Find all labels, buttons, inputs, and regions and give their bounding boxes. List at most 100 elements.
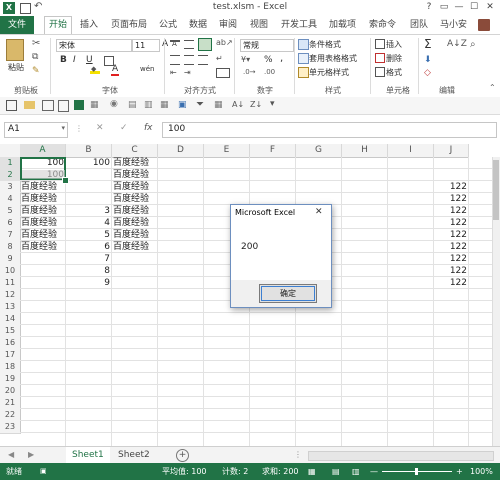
cell-c8[interactable]: 百度经验	[113, 241, 158, 253]
autosum-button[interactable]: Σ	[424, 37, 432, 51]
open-folder-icon[interactable]	[24, 101, 35, 109]
conditional-format-button[interactable]: 条件格式	[309, 39, 341, 50]
cell-j4[interactable]: 122	[434, 193, 469, 205]
fill-handle[interactable]	[62, 177, 69, 184]
tab-team[interactable]: 团队	[406, 16, 432, 34]
macro-record-icon[interactable]: ▣	[40, 463, 47, 480]
align-left-icon[interactable]	[170, 55, 180, 65]
cell-j8[interactable]: 122	[434, 241, 469, 253]
cancel-entry-icon[interactable]: ✕	[96, 123, 104, 133]
zoom-out-icon[interactable]: —	[370, 463, 378, 480]
cell-b9[interactable]: 7	[66, 253, 112, 265]
cell-a5[interactable]: 百度经验	[21, 205, 66, 217]
wrap-text-icon[interactable]: ↵	[216, 54, 223, 63]
tab-review[interactable]: 审阅	[215, 16, 241, 34]
clear-icon[interactable]: ◇	[424, 68, 431, 78]
cell-c5[interactable]: 百度经验	[113, 205, 158, 217]
cell-c1[interactable]: 百度经验	[113, 157, 158, 169]
row-header-23[interactable]: 23	[0, 421, 21, 434]
close-button[interactable]: ✕	[483, 1, 497, 14]
paste-button[interactable]: 粘贴	[8, 62, 24, 73]
minimize-button[interactable]: —	[452, 1, 466, 14]
tab-formulas[interactable]: 公式	[155, 16, 181, 34]
avatar[interactable]	[478, 19, 490, 31]
page-layout-view-icon[interactable]: ▤	[332, 463, 340, 480]
align-right-icon[interactable]	[198, 55, 208, 65]
normal-view-icon[interactable]: ▦	[308, 463, 316, 480]
maximize-button[interactable]: ☐	[467, 1, 481, 14]
cell-j10[interactable]: 122	[434, 265, 469, 277]
zoom-in-icon[interactable]: +	[456, 463, 463, 480]
merge-center-icon[interactable]	[216, 68, 230, 78]
delete-button[interactable]: 删除	[386, 53, 402, 64]
align-top-icon[interactable]	[170, 40, 180, 49]
confirm-entry-icon[interactable]: ✓	[120, 123, 128, 133]
column-header-h[interactable]: H	[342, 144, 388, 158]
cell-j11[interactable]: 122	[434, 277, 469, 289]
cell-b10[interactable]: 8	[66, 265, 112, 277]
cell-a8[interactable]: 百度经验	[21, 241, 66, 253]
pivot-icon[interactable]: ▤	[128, 100, 137, 110]
percent-button[interactable]: %	[264, 55, 273, 65]
dialog-title-bar[interactable]: Microsoft Excel ✕	[231, 205, 331, 223]
scroll-thumb[interactable]	[493, 160, 499, 220]
tab-home[interactable]: 开始	[44, 16, 73, 34]
column-header-j[interactable]: J	[434, 144, 469, 158]
add-sheet-icon[interactable]: +	[176, 449, 189, 462]
underline-button[interactable]: U	[86, 55, 93, 65]
formula-input[interactable]: 100	[162, 122, 497, 138]
cell-j3[interactable]: 122	[434, 181, 469, 193]
font-color-button[interactable]: A	[112, 64, 118, 74]
print-icon[interactable]	[42, 100, 54, 111]
cell-c7[interactable]: 百度经验	[113, 229, 158, 241]
cell-a4[interactable]: 百度经验	[21, 193, 66, 205]
calendar-icon[interactable]: ▦	[214, 100, 223, 110]
select-all-corner[interactable]	[0, 144, 21, 158]
cut-icon[interactable]: ✂	[32, 38, 40, 49]
font-grow-button[interactable]: A	[162, 39, 168, 49]
ok-button[interactable]: 确定	[259, 284, 317, 303]
tab-addins[interactable]: 加载项	[325, 16, 360, 34]
cell-b11[interactable]: 9	[66, 277, 112, 289]
orientation-icon[interactable]: ab↗	[216, 38, 233, 47]
align-center-icon[interactable]	[184, 55, 194, 65]
format-painter-icon[interactable]: ✎	[32, 66, 40, 76]
column-header-b[interactable]: B	[66, 144, 112, 158]
cell-j5[interactable]: 122	[434, 205, 469, 217]
cell-a7[interactable]: 百度经验	[21, 229, 66, 241]
align-bottom-icon[interactable]	[198, 38, 212, 51]
image-icon[interactable]: ▣	[178, 100, 187, 110]
column-header-i[interactable]: I	[388, 144, 434, 158]
save-icon[interactable]	[6, 100, 17, 111]
number-format-select[interactable]: 常规	[240, 39, 294, 52]
align-middle-icon[interactable]	[184, 40, 194, 49]
horizontal-scrollbar[interactable]	[308, 451, 494, 461]
phonetic-button[interactable]: wén	[140, 65, 154, 73]
collapse-ribbon-icon[interactable]: ⌃	[489, 83, 496, 92]
cell-a3[interactable]: 百度经验	[21, 181, 66, 193]
zoom-slider-thumb[interactable]	[415, 468, 418, 475]
cell-a6[interactable]: 百度经验	[21, 217, 66, 229]
bold-button[interactable]: B	[60, 55, 67, 65]
cell-c4[interactable]: 百度经验	[113, 193, 158, 205]
filter-icon[interactable]: ⏷	[196, 99, 204, 110]
increase-decimal-icon[interactable]: .0→	[243, 68, 256, 76]
cell-style-button[interactable]: 单元格样式	[309, 67, 349, 78]
page-break-view-icon[interactable]: ▥	[352, 463, 360, 480]
sort-icon[interactable]: A↓	[232, 100, 244, 109]
tab-developer[interactable]: 开发工具	[277, 16, 321, 34]
name-box[interactable]: A1 ▾	[4, 122, 68, 138]
grid-icon[interactable]: ▥	[144, 100, 153, 110]
font-size-select[interactable]: 11	[132, 39, 160, 52]
scroll-left-icon[interactable]: ◀	[8, 450, 14, 459]
camera-icon[interactable]: ◉	[110, 99, 118, 109]
zoom-level[interactable]: 100%	[470, 463, 493, 480]
column-header-c[interactable]: C	[112, 144, 158, 158]
tab-tell-me[interactable]: 索命令	[365, 16, 400, 34]
help-button[interactable]: ?	[422, 1, 436, 14]
tab-file[interactable]: 文件	[0, 16, 35, 34]
shape-icon[interactable]	[74, 100, 84, 110]
cell-b1[interactable]: 100	[66, 157, 112, 169]
tab-insert[interactable]: 插入	[76, 16, 102, 34]
table-format-button[interactable]: 套用表格格式	[309, 53, 357, 64]
